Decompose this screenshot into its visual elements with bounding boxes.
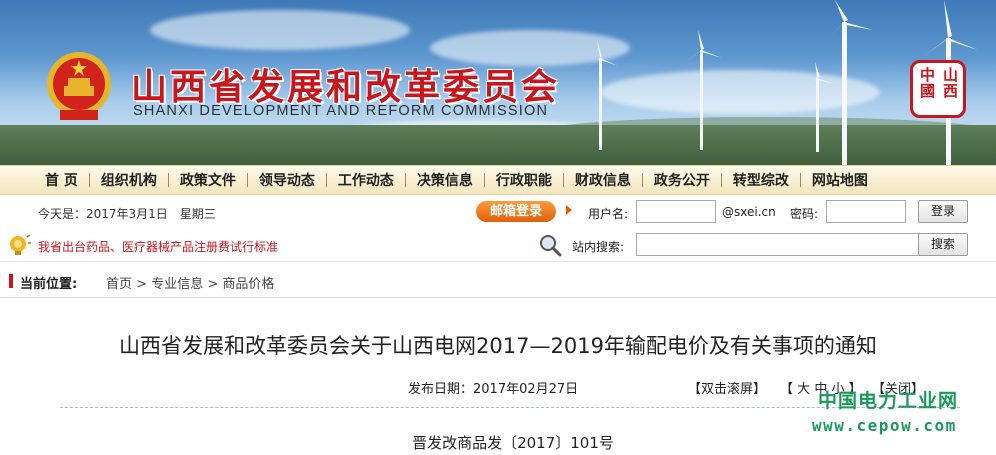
mailbox-login-button[interactable]: 邮箱登录: [476, 201, 556, 222]
search-button[interactable]: 搜索: [918, 233, 968, 256]
article-title: 山西省发展和改革委员会关于山西电网2017—2019年输配电价及有关事项的通知: [119, 334, 877, 358]
login-button[interactable]: 登录: [918, 200, 968, 223]
breadcrumb-separator: >: [207, 277, 219, 292]
notice-search-bar: 我省出台药品、医疗器械产品注册费试行标准 站内搜索: 搜索: [0, 229, 996, 262]
nav-item-government-affairs[interactable]: 政务公开: [643, 170, 721, 190]
email-domain: @sxei.cn: [722, 205, 776, 219]
nav-item-leadership-news[interactable]: 领导动态: [248, 170, 326, 190]
double-click-scroll-link[interactable]: 【双击滚屏】: [688, 378, 766, 397]
nav-item-policy-documents[interactable]: 政策文件: [169, 170, 247, 190]
font-size-bracket: 【: [780, 382, 794, 397]
breadcrumb-marker: [9, 274, 13, 288]
login-bar: 今天是：2017年3月1日 星期三 邮箱登录 用户名: @sxei.cn 密码:…: [0, 196, 996, 228]
breadcrumb-commodity-price[interactable]: 商品价格: [222, 277, 274, 292]
arrow-right-icon: [566, 205, 572, 215]
seal-logo: 中山國西: [910, 60, 966, 118]
breadcrumb-separator: >: [136, 277, 148, 292]
site-title-en: SHANXI DEVELOPMENT AND REFORM COMMISSION: [133, 103, 549, 119]
site-search-label: 站内搜索:: [572, 240, 625, 254]
nav-item-site-map[interactable]: 网站地图: [801, 170, 879, 190]
nav-item-organization[interactable]: 组织机构: [90, 170, 168, 190]
wind-turbine-icon: [585, 40, 618, 150]
nav-item-administrative-functions[interactable]: 行政职能: [485, 170, 563, 190]
username-label: 用户名:: [588, 207, 629, 221]
breadcrumb-home[interactable]: 首页: [106, 277, 132, 292]
today-date: 今天是：2017年3月1日 星期三: [38, 207, 216, 221]
breadcrumb-professional-info[interactable]: 专业信息: [151, 277, 203, 292]
watermark-en: www.cepow.com: [812, 416, 957, 435]
nav-item-transformation-reform[interactable]: 转型综改: [722, 170, 800, 190]
cloud-decoration: [150, 10, 410, 50]
wind-turbine-icon: [684, 30, 722, 150]
notice-link[interactable]: 我省出台药品、医疗器械产品注册费试行标准: [38, 238, 278, 255]
watermark-cn: 中国电力工业网: [818, 390, 959, 412]
publish-date: 发布日期：2017年02月27日: [408, 382, 579, 397]
breadcrumb-path: 首页 > 专业信息 > 商品价格: [106, 273, 274, 292]
breadcrumb-label: 当前位置:: [20, 277, 78, 292]
nav-item-work-news[interactable]: 工作动态: [327, 170, 405, 190]
header-banner: 山西省发展和改革委员会 SHANXI DEVELOPMENT AND REFOR…: [0, 0, 996, 165]
breadcrumb: 当前位置: 首页 > 专业信息 > 商品价格: [0, 263, 996, 298]
password-label: 密码:: [790, 207, 819, 221]
national-emblem-icon: [47, 52, 111, 120]
document-number: 晋发改商品发〔2017〕101号: [412, 434, 614, 452]
search-icon: [540, 235, 562, 257]
nav-item-decision-info[interactable]: 决策信息: [406, 170, 484, 190]
wind-turbine-icon: [823, 0, 873, 165]
lightbulb-icon: [10, 234, 31, 255]
password-input[interactable]: [826, 200, 906, 223]
nav-item-finance-info[interactable]: 财政信息: [564, 170, 642, 190]
font-large-link[interactable]: 大: [797, 382, 810, 397]
main-nav: 首 页组织机构 政策文件 领导动态 工作动态 决策信息 行政职能 财政信息 政务公开 转型综改网…: [0, 165, 996, 195]
username-input[interactable]: [636, 200, 716, 223]
nav-item-home[interactable]: 首 页: [34, 170, 89, 190]
site-search-input[interactable]: [636, 233, 920, 256]
